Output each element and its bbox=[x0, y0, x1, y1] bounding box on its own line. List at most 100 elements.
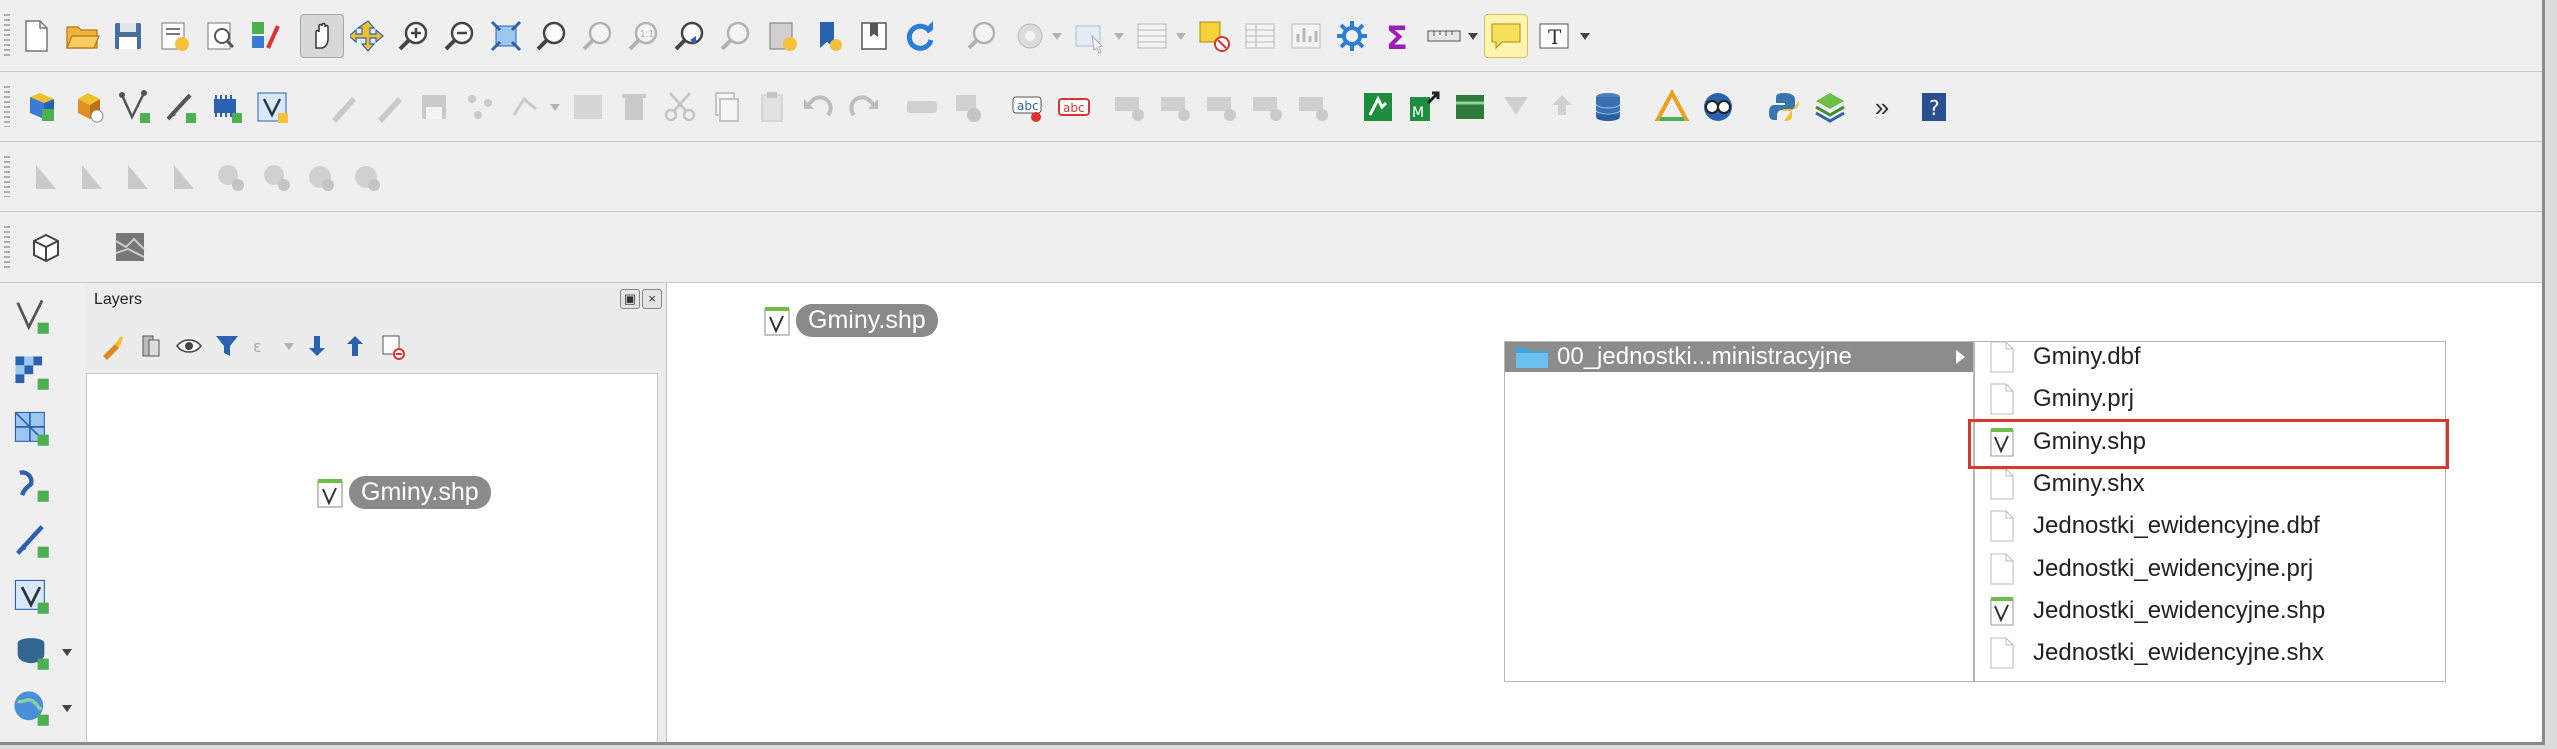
label-pin-icon[interactable] bbox=[900, 85, 944, 129]
refresh-icon[interactable] bbox=[898, 14, 942, 58]
label-highlight-icon[interactable] bbox=[946, 85, 990, 129]
zoom-next-icon[interactable] bbox=[714, 14, 758, 58]
help-icon[interactable]: ? bbox=[1912, 85, 1956, 129]
change-label-icon[interactable] bbox=[1292, 85, 1336, 129]
georeferencer-icon[interactable] bbox=[108, 225, 152, 269]
add-delimited-text-side-icon[interactable] bbox=[6, 459, 56, 509]
file-item[interactable]: Jednostki_ewidencyjne.dbf bbox=[1989, 505, 2320, 547]
rotate-label-icon[interactable] bbox=[1246, 85, 1290, 129]
delete-selected-icon[interactable] bbox=[612, 85, 656, 129]
3d-view-icon[interactable] bbox=[24, 225, 68, 269]
add-virtual-layer-icon[interactable] bbox=[250, 85, 294, 129]
table-dropdown-icon[interactable] bbox=[1174, 14, 1188, 58]
map-tips-icon[interactable] bbox=[1484, 14, 1528, 58]
processing-toolbox-icon[interactable] bbox=[1330, 14, 1374, 58]
zoom-out-icon[interactable] bbox=[438, 14, 482, 58]
select-dropdown-icon[interactable] bbox=[1112, 14, 1126, 58]
reshape-features-icon[interactable] bbox=[116, 155, 160, 199]
python-console-icon[interactable] bbox=[1762, 85, 1806, 129]
zoom-last-icon[interactable] bbox=[668, 14, 712, 58]
remove-layer-icon[interactable] bbox=[376, 329, 410, 363]
more-tools-icon[interactable]: » bbox=[1860, 85, 1904, 129]
file-item[interactable]: Gminy.prj bbox=[1989, 378, 2134, 420]
redo-icon[interactable] bbox=[842, 85, 886, 129]
copy-features-icon[interactable] bbox=[704, 85, 748, 129]
sum-icon[interactable]: Σ bbox=[1376, 14, 1420, 58]
split-features-icon[interactable] bbox=[24, 155, 68, 199]
expand-all-icon[interactable] bbox=[300, 329, 334, 363]
modify-attributes-icon[interactable] bbox=[566, 85, 610, 129]
identify-features-icon[interactable] bbox=[962, 14, 1006, 58]
file-item[interactable]: Gminy.dbf bbox=[1989, 336, 2141, 378]
save-project-icon[interactable] bbox=[106, 14, 150, 58]
measure-dropdown-icon[interactable] bbox=[1466, 14, 1480, 58]
undo-icon[interactable] bbox=[796, 85, 840, 129]
data-source-manager-icon[interactable] bbox=[20, 85, 64, 129]
pin-unpin-labels-icon[interactable] bbox=[1108, 85, 1152, 129]
layer-diagram-icon[interactable]: abc bbox=[1052, 85, 1096, 129]
float-panel-button[interactable]: ▣ bbox=[620, 289, 640, 309]
add-postgis-layer-icon[interactable] bbox=[6, 627, 56, 677]
save-edits-icon[interactable] bbox=[412, 85, 456, 129]
show-hide-labels-icon[interactable] bbox=[1154, 85, 1198, 129]
database-icon[interactable] bbox=[1586, 85, 1630, 129]
zoom-native-icon[interactable]: 1:1 bbox=[622, 14, 666, 58]
zoom-in-icon[interactable] bbox=[392, 14, 436, 58]
add-vector-layer-side-icon[interactable] bbox=[6, 291, 56, 341]
filter-dropdown-icon[interactable] bbox=[282, 324, 296, 368]
filter-by-expression-icon[interactable]: ε bbox=[248, 329, 282, 363]
statistical-summary-icon[interactable] bbox=[1284, 14, 1328, 58]
pan-to-selection-icon[interactable] bbox=[346, 14, 390, 58]
open-project-icon[interactable] bbox=[60, 14, 104, 58]
action-dropdown-icon[interactable] bbox=[1050, 14, 1064, 58]
manage-visibility-icon[interactable] bbox=[172, 329, 206, 363]
add-delimited-text-icon[interactable] bbox=[158, 85, 202, 129]
file-item[interactable]: Jednostki_ewidencyjne.shp bbox=[1989, 590, 2325, 632]
spatial-bookmark-icon[interactable] bbox=[852, 14, 896, 58]
geometry-checker-icon[interactable] bbox=[1650, 85, 1694, 129]
paste-features-icon[interactable] bbox=[750, 85, 794, 129]
print-layout-icon[interactable] bbox=[198, 14, 242, 58]
zoom-to-layer-icon[interactable] bbox=[576, 14, 620, 58]
show-bookmarks-icon[interactable] bbox=[806, 14, 850, 58]
attribute-table-icon[interactable] bbox=[1130, 14, 1174, 58]
delete-ring-icon[interactable] bbox=[346, 155, 390, 199]
add-raster-layer-icon[interactable] bbox=[6, 347, 56, 397]
plugins-icon[interactable] bbox=[1808, 85, 1852, 129]
zoom-to-selection-icon[interactable] bbox=[530, 14, 574, 58]
selected-folder[interactable]: 00_jednostki...ministracyjne bbox=[1505, 342, 1973, 372]
open-layer-styling-icon[interactable] bbox=[96, 329, 130, 363]
add-feature-icon[interactable] bbox=[458, 85, 502, 129]
add-spatialite-side-icon[interactable] bbox=[6, 515, 56, 565]
add-virtual-layer-side-icon[interactable] bbox=[6, 571, 56, 621]
new-bookmark-icon[interactable] bbox=[760, 14, 804, 58]
close-panel-button[interactable]: × bbox=[642, 289, 662, 309]
add-part-icon[interactable] bbox=[254, 155, 298, 199]
grass-tools-icon[interactable] bbox=[1356, 85, 1400, 129]
text-annotation-icon[interactable]: T bbox=[1532, 14, 1576, 58]
collapse-all-icon[interactable] bbox=[338, 329, 372, 363]
add-ring-icon[interactable] bbox=[208, 155, 252, 199]
add-mesh-layer-icon[interactable] bbox=[6, 403, 56, 453]
new-project-icon[interactable] bbox=[14, 14, 58, 58]
file-item[interactable]: Gminy.shx bbox=[1989, 463, 2145, 505]
pan-map-icon[interactable] bbox=[300, 14, 344, 58]
open-attribute-table-icon[interactable] bbox=[1238, 14, 1282, 58]
layers-tree[interactable]: Gminy.shp bbox=[86, 373, 658, 742]
add-spatialite-icon[interactable] bbox=[204, 85, 248, 129]
measure-line-icon[interactable] bbox=[1422, 14, 1466, 58]
add-vector-layer-icon[interactable] bbox=[112, 85, 156, 129]
move-label-icon[interactable] bbox=[1200, 85, 1244, 129]
postgis-dropdown-icon[interactable] bbox=[60, 630, 74, 674]
run-feature-action-icon[interactable] bbox=[1008, 14, 1052, 58]
open-grass-mapset-icon[interactable]: M bbox=[1402, 85, 1446, 129]
quickmapservices-icon[interactable] bbox=[1696, 85, 1740, 129]
save-as-icon[interactable] bbox=[152, 14, 196, 58]
add-group-icon[interactable] bbox=[134, 329, 168, 363]
zoom-full-icon[interactable] bbox=[484, 14, 528, 58]
file-item[interactable]: Jednostki_ewidencyjne.shx bbox=[1989, 632, 2324, 674]
grass-region-icon[interactable] bbox=[1448, 85, 1492, 129]
layer-labeling-icon[interactable]: abc bbox=[1006, 85, 1050, 129]
wms-dropdown-icon[interactable] bbox=[60, 686, 74, 730]
cut-features-icon[interactable] bbox=[658, 85, 702, 129]
